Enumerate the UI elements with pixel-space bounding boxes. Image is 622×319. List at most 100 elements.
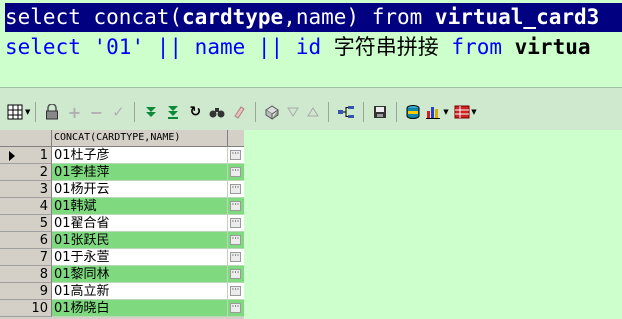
- cell-concat-value[interactable]: 01韩斌: [52, 198, 228, 215]
- ellipsis-icon: ···: [230, 166, 241, 177]
- toolbar-separator: [363, 102, 365, 122]
- row-number: 7: [20, 249, 52, 266]
- cell-concat-value[interactable]: 01黎同林: [52, 266, 228, 283]
- column-alias: 字符串拼接: [321, 35, 452, 59]
- grid-corner: [0, 130, 52, 147]
- cell-concat-value[interactable]: 01张跃民: [52, 232, 228, 249]
- current-row-pointer-icon: [9, 151, 15, 161]
- sql-line-1-selected[interactable]: select concat(cardtype,name) from virtua…: [5, 3, 622, 32]
- row-number: 3: [20, 181, 52, 198]
- row-selector[interactable]: [0, 300, 20, 317]
- table-row[interactable]: 3 01杨开云 ···: [0, 181, 244, 198]
- row-number: 4: [20, 198, 52, 215]
- row-number: 10: [20, 300, 52, 317]
- grid-rows: 1 01杜子彦 ··· 2 01李桂萍 ··· 3 01杨开云 ··· 4 01韩斌 ··· 5 01翟合…: [0, 147, 244, 317]
- clear-icon[interactable]: [228, 101, 250, 123]
- chart-icon[interactable]: ▼: [424, 101, 450, 123]
- row-selector[interactable]: [0, 215, 20, 232]
- cell-concat-value[interactable]: 01李桂萍: [52, 164, 228, 181]
- cell-concat-value[interactable]: 01高立新: [52, 283, 228, 300]
- ellipsis-icon: ···: [230, 217, 241, 228]
- grid-menu-icon[interactable]: ▼: [6, 101, 30, 123]
- row-selector[interactable]: [0, 232, 20, 249]
- row-number: 6: [20, 232, 52, 249]
- concat-function: concat(: [93, 5, 183, 29]
- table-name: virtua: [514, 35, 591, 59]
- cell-ellipsis-button[interactable]: ···: [228, 198, 244, 215]
- save-icon[interactable]: [369, 101, 391, 123]
- tree-icon[interactable]: [334, 101, 358, 123]
- keyword-from: from: [371, 5, 435, 29]
- table-row[interactable]: 4 01韩斌 ···: [0, 198, 244, 215]
- table-row[interactable]: 8 01黎同林 ···: [0, 266, 244, 283]
- cell-concat-value[interactable]: 01杨开云: [52, 181, 228, 198]
- row-selector[interactable]: [0, 198, 20, 215]
- table-row[interactable]: 10 01杨晓白 ···: [0, 300, 244, 317]
- row-selector[interactable]: [0, 164, 20, 181]
- refresh-icon[interactable]: ↻: [184, 101, 206, 123]
- cell-ellipsis-button[interactable]: ···: [228, 181, 244, 198]
- cell-ellipsis-button[interactable]: ···: [228, 249, 244, 266]
- cell-ellipsis-button[interactable]: ···: [228, 266, 244, 283]
- table-row[interactable]: 7 01于永萱 ···: [0, 249, 244, 266]
- grid-header: CONCAT(CARDTYPE,NAME): [0, 130, 244, 147]
- row-number: 1: [20, 147, 52, 164]
- table-row[interactable]: 2 01李桂萍 ···: [0, 164, 244, 181]
- row-selector[interactable]: [0, 249, 20, 266]
- row-number: 9: [20, 283, 52, 300]
- column-name: name: [194, 35, 246, 59]
- table-row[interactable]: 5 01翟合省 ···: [0, 215, 244, 232]
- row-selector[interactable]: [0, 181, 20, 198]
- sql-editor[interactable]: select concat(cardtype,name) from virtua…: [0, 0, 622, 88]
- query-icon[interactable]: [261, 101, 283, 123]
- column-name: ,name): [283, 5, 372, 29]
- find-icon[interactable]: [206, 101, 228, 123]
- ellipsis-icon: ···: [230, 234, 241, 245]
- ellipsis-icon: ···: [230, 200, 241, 211]
- cell-concat-value[interactable]: 01于永萱: [52, 249, 228, 266]
- column-id: id: [295, 35, 322, 59]
- ellipsis-icon: ···: [230, 302, 241, 313]
- result-grid[interactable]: CONCAT(CARDTYPE,NAME) 1 01杜子彦 ··· 2 01李桂萍 ···…: [0, 130, 244, 319]
- row-selector[interactable]: [0, 147, 20, 164]
- table-icon[interactable]: ▼: [450, 101, 480, 123]
- cell-ellipsis-button[interactable]: ···: [228, 300, 244, 317]
- concat-operator: ||: [144, 35, 195, 59]
- table-row[interactable]: 1 01杜子彦 ···: [0, 147, 244, 164]
- toolbar-separator: [35, 102, 37, 122]
- cell-concat-value[interactable]: 01杨晓白: [52, 300, 228, 317]
- table-row[interactable]: 6 01张跃民 ···: [0, 232, 244, 249]
- fetch-last-icon[interactable]: [162, 101, 184, 123]
- table-name: virtual_card3: [434, 5, 600, 29]
- keyword-select: select: [5, 35, 94, 59]
- export-icon[interactable]: [402, 101, 424, 123]
- toolbar-separator: [328, 102, 330, 122]
- ellipsis-icon: ···: [230, 251, 241, 262]
- row-selector[interactable]: [0, 283, 20, 300]
- sql-line-2[interactable]: select '01' || name || id 字符串拼接 from vir…: [5, 32, 622, 62]
- cell-ellipsis-button[interactable]: ···: [228, 147, 244, 164]
- ellipsis-icon: ···: [230, 149, 241, 160]
- post-icon[interactable]: ✓: [107, 101, 129, 123]
- cell-ellipsis-button[interactable]: ···: [228, 215, 244, 232]
- filter-up-icon[interactable]: [303, 101, 323, 123]
- table-row[interactable]: 9 01高立新 ···: [0, 283, 244, 300]
- cell-concat-value[interactable]: 01翟合省: [52, 215, 228, 232]
- remove-record-icon[interactable]: −: [85, 101, 107, 123]
- cell-ellipsis-button[interactable]: ···: [228, 164, 244, 181]
- cell-concat-value[interactable]: 01杜子彦: [52, 147, 228, 164]
- row-number: 8: [20, 266, 52, 283]
- column-header-concat[interactable]: CONCAT(CARDTYPE,NAME): [52, 130, 228, 147]
- ellipsis-icon: ···: [230, 268, 241, 279]
- ellipsis-icon: ···: [230, 183, 241, 194]
- column-cardtype: cardtype: [182, 5, 284, 29]
- lock-icon[interactable]: [41, 101, 63, 123]
- add-record-icon[interactable]: +: [63, 101, 85, 123]
- cell-ellipsis-button[interactable]: ···: [228, 232, 244, 249]
- string-literal: '01': [93, 35, 145, 59]
- fetch-next-icon[interactable]: [140, 101, 162, 123]
- row-selector[interactable]: [0, 266, 20, 283]
- cell-ellipsis-button[interactable]: ···: [228, 283, 244, 300]
- keyword-select: select: [5, 5, 94, 29]
- filter-down-icon[interactable]: [283, 101, 303, 123]
